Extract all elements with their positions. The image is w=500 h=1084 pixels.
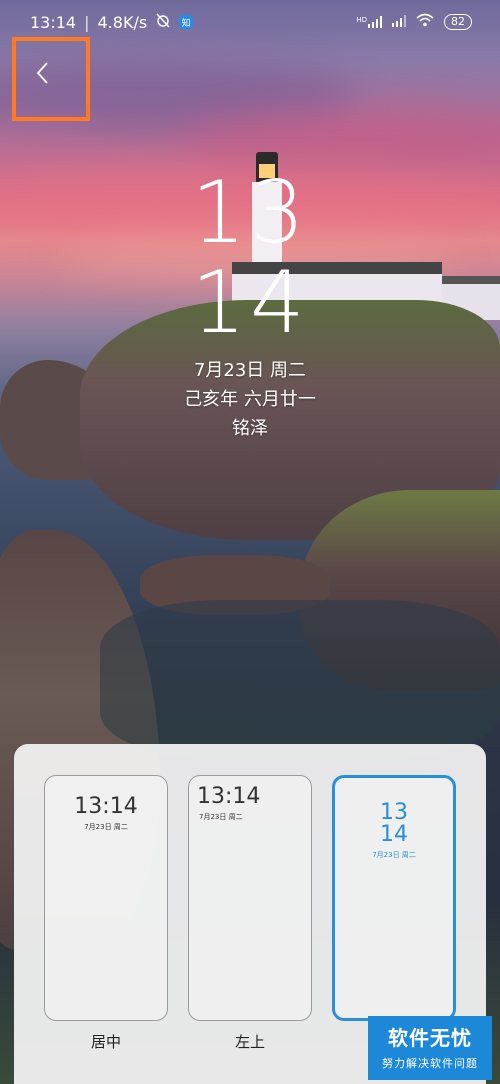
zhihu-app-icon: 知 [179,15,194,29]
clock-lunar-date: 己亥年 六月廿一 [184,389,316,410]
watermark-subtitle: 努力解决软件问题 [382,1057,478,1070]
watermark-logo: 软件无忧 努力解决软件问题 [368,1016,492,1080]
preview-hour: 13 [380,800,408,825]
owner-signature: 铭泽 [232,418,268,439]
network-speed: 4.8K/s [97,12,148,32]
back-button[interactable] [28,55,56,91]
preview-date: 7月23日 周二 [372,851,416,859]
status-separator: | [84,12,90,32]
clock-hour: 13 [191,163,309,263]
preview-time: 13:14 [197,784,261,809]
signal-hd-icon: HD [356,15,382,28]
style-option-centered[interactable]: 13:14 7月23日 周二 [44,775,168,1021]
battery-indicator: 82 [444,13,472,30]
signal-icon [392,12,406,31]
status-time: 13:14 [30,12,77,32]
preview-minute: 14 [380,822,408,847]
style-option-top-left[interactable]: 13:14 7月23日 周二 [188,775,312,1021]
chevron-left-icon [36,62,48,84]
clock-minute: 14 [191,253,309,353]
alarm-off-icon [155,12,171,32]
water [100,600,500,760]
preview-date: 7月23日 周二 [199,813,243,821]
style-option-vertical[interactable]: 13 14 7月23日 周二 [332,775,456,1021]
watermark-title: 软件无忧 [388,1026,472,1050]
hd-label: HD [356,15,367,24]
clock-date: 7月23日 周二 [193,360,307,381]
preview-time: 13:14 [74,794,138,819]
style-label-top-left: 左上 [234,1033,265,1051]
style-label-centered: 居中 [90,1033,121,1051]
preview-date: 7月23日 周二 [84,823,128,831]
wifi-icon [416,12,434,31]
